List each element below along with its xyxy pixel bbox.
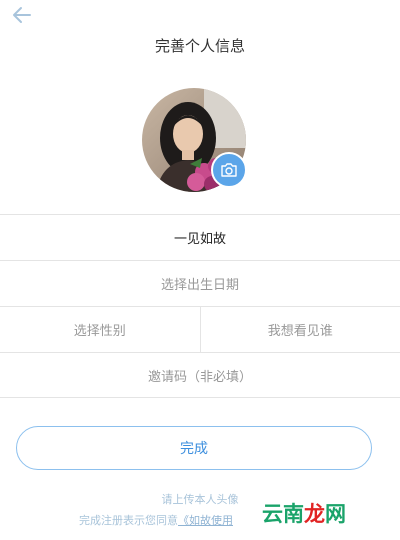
watermark-part-1: 云南 xyxy=(262,502,304,526)
arrow-left-icon[interactable] xyxy=(10,4,34,26)
nickname-field[interactable]: 一见如故 xyxy=(0,214,400,260)
watermark-part-3: 网 xyxy=(325,502,346,526)
gender-placeholder: 选择性别 xyxy=(73,324,126,339)
birthday-placeholder: 选择出生日期 xyxy=(160,278,239,293)
page-title: 完善个人信息 xyxy=(154,37,245,55)
invite-code-field[interactable]: 邀请码（非必填） xyxy=(0,352,400,398)
avatar-upload[interactable] xyxy=(142,88,247,192)
camera-icon xyxy=(221,163,237,177)
want-to-see-picker[interactable]: 我想看见谁 xyxy=(199,307,400,352)
watermark-logo: 云南龙网 xyxy=(262,498,346,528)
agreement-text: 完成注册表示您同意《如故使用 xyxy=(79,512,233,528)
invite-code-placeholder: 邀请码（非必填） xyxy=(147,369,252,385)
done-button[interactable]: 完成 xyxy=(16,426,372,470)
terms-link[interactable]: 《如故使用 xyxy=(178,514,233,527)
profile-setup-screen: 完善个人信息 一见如故 选择出生日期 选择性别 我想看见谁 邀请码（非必填） 完… xyxy=(0,0,400,540)
want-to-see-placeholder: 我想看见谁 xyxy=(267,324,333,339)
nickname-value: 一见如故 xyxy=(173,232,226,247)
gender-picker[interactable]: 选择性别 xyxy=(0,307,200,352)
agreement-prefix: 完成注册表示您同意 xyxy=(79,514,178,527)
gender-target-row: 选择性别 我想看见谁 xyxy=(0,306,400,352)
birthday-picker[interactable]: 选择出生日期 xyxy=(0,260,400,306)
watermark-part-2: 龙 xyxy=(304,502,325,526)
camera-button[interactable] xyxy=(211,152,247,188)
profile-form: 一见如故 选择出生日期 选择性别 我想看见谁 邀请码（非必填） xyxy=(0,214,400,398)
